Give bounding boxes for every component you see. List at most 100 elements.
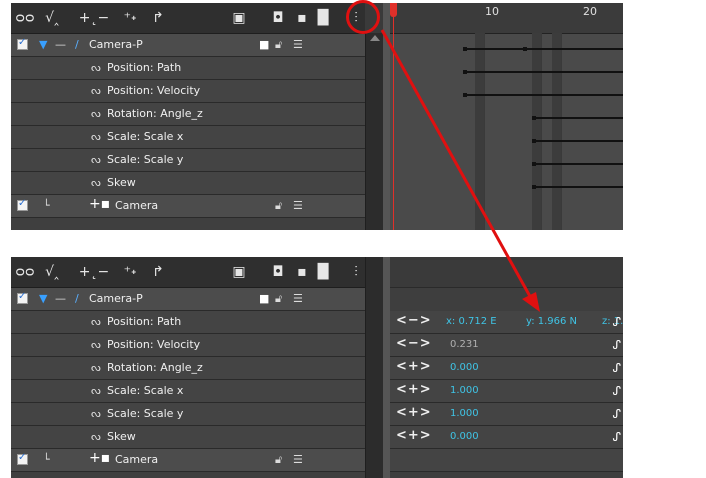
add-group-icon[interactable]: ↱ — [149, 9, 167, 27]
function-curve-icon[interactable]: ᔑ — [612, 430, 621, 444]
layer-row-position-velocity[interactable]: ᔓ Position: Velocity — [11, 334, 365, 357]
playhead[interactable] — [393, 3, 394, 230]
layer-row-rotation-angle-z[interactable]: ᔓ Rotation: Angle_z — [11, 357, 365, 380]
scale-x-value[interactable]: 1.000 — [450, 385, 479, 396]
keyframe-nav-arrows[interactable]: <+> — [396, 382, 432, 397]
layer-row-scale-y[interactable]: ᔓ Scale: Scale y — [11, 149, 365, 172]
enable-checkbox[interactable] — [17, 37, 28, 50]
enable-checkbox[interactable] — [17, 198, 28, 211]
layer-row-camera-peg[interactable]: ▼ — / Camera-P ■ 🔓︎ ☰ — [11, 34, 365, 57]
layer-row-camera-peg[interactable]: ▼ — / Camera-P ■ 🔓︎ ☰ — [11, 288, 365, 311]
function-curve-icon: ᔓ — [91, 407, 101, 420]
value-row-skew[interactable]: <+> 0.000 ᔑ — [390, 426, 623, 449]
layer-row-position-velocity[interactable]: ᔓ Position: Velocity — [11, 80, 365, 103]
lock-icon[interactable]: 🔓︎ — [275, 291, 282, 307]
value-row-scale-x[interactable]: <+> 1.000 ᔑ — [390, 380, 623, 403]
add-drawing-icon[interactable]: √‸ — [43, 9, 61, 27]
y-value[interactable]: y: 1.966 N — [526, 316, 577, 327]
database-icon[interactable]: ☰ — [293, 452, 303, 468]
value-row-rotation-angle-z[interactable]: <+> 0.000 ᔑ — [390, 357, 623, 380]
layer-name: Skew — [107, 176, 136, 189]
timeline-panel-with-values: ᴑᴑ √‸ +˛− ⁺˖ ↱ ▣ ◘ ▪ █ ⫶ ▼ — / Camera-P … — [11, 257, 623, 478]
function-curve-icon: ᔓ — [91, 107, 101, 120]
layer-scrollbar[interactable] — [365, 257, 384, 478]
frame-column — [532, 33, 542, 230]
layer-row-scale-x[interactable]: ᔓ Scale: Scale x — [11, 380, 365, 403]
panel-splitter[interactable] — [383, 257, 390, 478]
layer-row-position-path[interactable]: ᔓ Position: Path — [11, 57, 365, 80]
layer-name: Position: Path — [107, 61, 182, 74]
function-curve-icon[interactable]: ᔑ — [612, 315, 621, 329]
angle-value[interactable]: 0.000 — [450, 362, 479, 373]
layer-name: Scale: Scale x — [107, 130, 184, 143]
database-icon[interactable]: ☰ — [293, 37, 303, 53]
layer-settings-icon[interactable]: ◘ — [272, 9, 284, 27]
layer-row-skew[interactable]: ᔓ Skew — [11, 172, 365, 195]
playhead-handle[interactable] — [390, 3, 397, 17]
lock-icon[interactable]: 🔓︎ — [275, 452, 282, 468]
keyframe-nav-arrows[interactable]: <+> — [396, 405, 432, 420]
onion-skin-icon[interactable]: ᴑᴑ — [15, 9, 35, 27]
layer-row-rotation-angle-z[interactable]: ᔓ Rotation: Angle_z — [11, 103, 365, 126]
add-remove-layer-icon[interactable]: +˛− — [77, 263, 111, 281]
add-drawing-icon[interactable]: √‸ — [43, 263, 61, 281]
layer-row-camera[interactable]: └ +▪ Camera 🔓︎ ☰ — [11, 195, 365, 218]
dot-icon[interactable]: ▪ — [297, 9, 307, 27]
layer-name: Rotation: Angle_z — [107, 361, 203, 374]
white-square-icon[interactable]: █ — [316, 9, 330, 27]
keyframe-segment — [535, 186, 623, 188]
keyframe-segment — [535, 140, 623, 142]
color-swatch-icon[interactable]: ■ — [259, 37, 269, 53]
keyframe-nav-arrows[interactable]: <−> — [396, 313, 432, 328]
keyframe-nav-arrows[interactable]: <−> — [396, 336, 432, 351]
layer-scrollbar[interactable] — [365, 33, 384, 230]
enable-checkbox[interactable] — [17, 291, 28, 304]
frame-ruler[interactable]: 10 20 — [390, 3, 623, 34]
onion-skin-icon[interactable]: ᴑᴑ — [15, 263, 35, 281]
layer-row-position-path[interactable]: ᔓ Position: Path — [11, 311, 365, 334]
function-curve-icon: ᔓ — [91, 315, 101, 328]
expand-arrow-icon[interactable]: ▼ — [39, 37, 47, 53]
add-peg-icon[interactable]: ⁺˖ — [121, 263, 139, 281]
layer-row-camera[interactable]: └ +▪ Camera 🔓︎ ☰ — [11, 449, 365, 472]
layer-row-skew[interactable]: ᔓ Skew — [11, 426, 365, 449]
keyframe-nav-arrows[interactable]: <+> — [396, 428, 432, 443]
layer-settings-icon[interactable]: ◘ — [272, 263, 284, 281]
white-square-icon[interactable]: █ — [316, 263, 330, 281]
value-row-scale-y[interactable]: <+> 1.000 ᔑ — [390, 403, 623, 426]
keyframe-nav-arrows[interactable]: <+> — [396, 359, 432, 374]
x-value[interactable]: x: 0.712 E — [446, 316, 497, 327]
peg-icon: / — [75, 38, 79, 51]
skew-value[interactable]: 0.000 — [450, 431, 479, 442]
velocity-value[interactable]: 0.231 — [450, 339, 479, 350]
lock-icon[interactable]: 🔓︎ — [275, 37, 282, 53]
function-curve-icon[interactable]: ᔑ — [612, 338, 621, 352]
add-group-icon[interactable]: ↱ — [149, 263, 167, 281]
thumbnail-icon[interactable]: ▣ — [231, 263, 247, 281]
keyframe-segment — [466, 71, 623, 73]
value-row-position-path[interactable]: <−> x: 0.712 E y: 1.966 N z: 1.378 F ᔑ — [390, 311, 623, 334]
value-row-position-velocity[interactable]: <−> 0.231 ᔑ — [390, 334, 623, 357]
show-hide-values-icon[interactable]: ⫶ — [347, 263, 365, 281]
function-curve-icon[interactable]: ᔑ — [612, 361, 621, 375]
timeline-panel-with-keyframes: ᴑᴑ √‸ +˛− ⁺˖ ↱ ▣ ◘ ▪ █ ⫶ ▼ — / Camera-P … — [11, 3, 623, 230]
layer-row-scale-x[interactable]: ᔓ Scale: Scale x — [11, 126, 365, 149]
layer-row-scale-y[interactable]: ᔓ Scale: Scale y — [11, 403, 365, 426]
add-remove-layer-icon[interactable]: +˛− — [77, 9, 111, 27]
scale-y-value[interactable]: 1.000 — [450, 408, 479, 419]
enable-checkbox[interactable] — [17, 452, 28, 465]
expand-arrow-icon[interactable]: ▼ — [39, 291, 47, 307]
function-curve-icon[interactable]: ᔑ — [612, 407, 621, 421]
function-curve-icon[interactable]: ᔑ — [612, 384, 621, 398]
thumbnail-icon[interactable]: ▣ — [231, 9, 247, 27]
scroll-up-arrow-icon[interactable] — [370, 35, 380, 41]
panel-splitter[interactable] — [383, 3, 390, 230]
color-swatch-icon[interactable]: ■ — [259, 291, 269, 307]
database-icon[interactable]: ☰ — [293, 291, 303, 307]
dot-icon[interactable]: ▪ — [297, 263, 307, 281]
database-icon[interactable]: ☰ — [293, 198, 303, 214]
frame-timeline[interactable]: 10 20 — [390, 3, 623, 230]
add-peg-icon[interactable]: ⁺˖ — [121, 9, 139, 27]
function-curve-icon: ᔓ — [91, 176, 101, 189]
lock-icon[interactable]: 🔓︎ — [275, 198, 282, 214]
